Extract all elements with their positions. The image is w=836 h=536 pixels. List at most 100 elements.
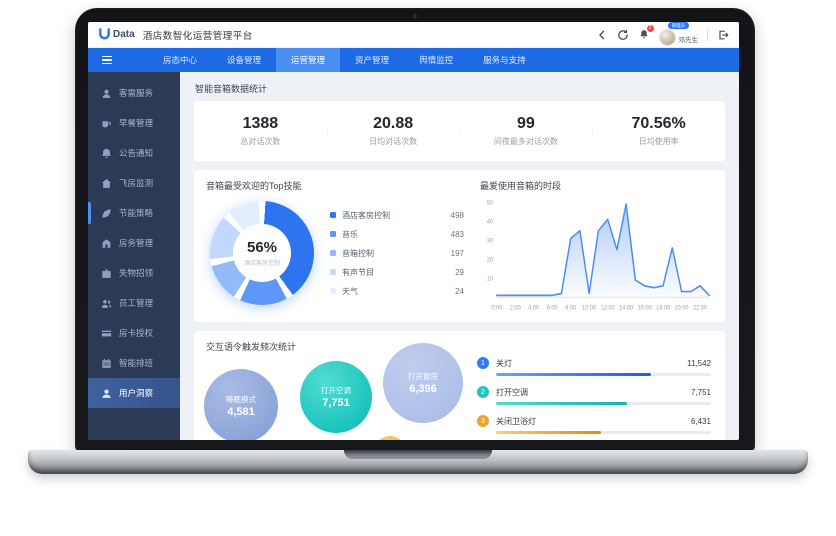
sidebar-item-label: 房卡授权	[119, 327, 153, 339]
nav-tab-2[interactable]: 设备管理	[212, 48, 276, 72]
back-icon[interactable]	[596, 29, 608, 41]
stat-value: 1388	[194, 115, 327, 133]
svg-text:8:00: 8:00	[565, 305, 577, 311]
app-window: Data 酒店数智化运营管理平台 2	[88, 22, 739, 440]
legend-row-5: 天气24	[330, 282, 468, 301]
stats-card: 1388总对话次数20.88日均对话次数99间夜最多对话次数70.56%日均使用…	[194, 101, 725, 161]
laptop-base-notch	[344, 450, 492, 459]
svg-text:12:00: 12:00	[601, 305, 616, 311]
avatar[interactable]	[659, 29, 676, 46]
cup-icon	[101, 118, 112, 129]
stat-cell-4: 70.56%日均使用率	[592, 115, 725, 147]
nav-tab-4[interactable]: 资产管理	[340, 48, 404, 72]
legend-label: 音箱控制	[342, 248, 420, 259]
nav-tab-1[interactable]: 房态中心	[148, 48, 212, 72]
skills-donut-chart: 56% 酒店客房控制	[210, 201, 314, 305]
main-content: 智能音箱数据统计 1388总对话次数20.88日均对话次数99间夜最多对话次数7…	[180, 72, 739, 440]
stat-cell-1: 1388总对话次数	[194, 115, 327, 147]
svg-text:4:00: 4:00	[528, 305, 540, 311]
svg-text:6:00: 6:00	[547, 305, 559, 311]
refresh-icon[interactable]	[617, 29, 629, 41]
calendar-icon	[101, 358, 112, 369]
menu-hamburger-icon[interactable]	[88, 48, 122, 72]
sidebar-item-label: 客需服务	[119, 87, 153, 99]
top-skills-panel: 音箱最受欢迎的Top技能 56% 酒店客房控制 酒店客房控制498音乐483音箱…	[206, 179, 468, 313]
nav-tabs: 房态中心设备管理运营管理资产管理舆情监控服务与支持	[148, 48, 541, 72]
svg-text:10: 10	[487, 276, 494, 282]
stat-cell-3: 99间夜最多对话次数	[460, 115, 593, 147]
sidebar-item-8[interactable]: 员工管理	[88, 288, 180, 318]
svg-text:10:00: 10:00	[582, 305, 597, 311]
svg-text:30: 30	[487, 238, 494, 244]
sidebar-item-11[interactable]: 用户洞察	[88, 378, 180, 408]
svg-text:22:00: 22:00	[693, 305, 708, 311]
legend-row-3: 音箱控制197	[330, 244, 468, 263]
sidebar-item-1[interactable]: 客需服务	[88, 78, 180, 108]
sidebar-item-3[interactable]: 公告通知	[88, 138, 180, 168]
user-menu[interactable]: 管理员 邓先生	[659, 24, 699, 46]
bubble-value: 7,751	[322, 397, 350, 409]
legend-value: 29	[455, 268, 468, 277]
home-icon	[101, 178, 112, 189]
legend-swatch	[330, 269, 336, 275]
rank-value: 6,431	[691, 417, 711, 426]
svg-text:40: 40	[487, 219, 494, 225]
user-icon	[101, 88, 112, 99]
sidebar-item-label: 员工管理	[119, 297, 153, 309]
bubble-value: 4,581	[227, 406, 255, 418]
laptop-base	[28, 450, 808, 474]
svg-text:16:00: 16:00	[638, 305, 653, 311]
legend-value: 24	[455, 287, 468, 296]
laptop-mockup: Data 酒店数智化运营管理平台 2	[75, 8, 755, 474]
people-icon	[101, 298, 112, 309]
sidebar-item-7[interactable]: 失物招领	[88, 258, 180, 288]
logout-icon[interactable]	[717, 29, 729, 41]
rank-row-1: 1关灯11,542	[477, 357, 711, 376]
sidebar-item-label: 飞房监测	[119, 177, 153, 189]
sidebar-item-9[interactable]: 房卡授权	[88, 318, 180, 348]
sidebar-item-5[interactable]: 节能策略	[88, 198, 180, 228]
sidebar-item-10[interactable]: 智能排班	[88, 348, 180, 378]
rank-row-3: 3关闭卫浴灯6,431	[477, 415, 711, 434]
legend-label: 音乐	[342, 229, 420, 240]
building-icon	[101, 238, 112, 249]
sidebar-item-6[interactable]: 房务管理	[88, 228, 180, 258]
section-title-speaker-stats: 智能音箱数据统计	[195, 82, 725, 95]
sidebar-item-2[interactable]: 早餐管理	[88, 108, 180, 138]
rank-bar-fill	[496, 373, 651, 376]
usage-line-chart: 10203040500:002:004:006:008:0010:0012:00…	[480, 194, 713, 322]
legend-row-2: 音乐483	[330, 225, 468, 244]
bubble-label: 打开空调	[321, 385, 351, 396]
insight-icon	[101, 388, 112, 399]
camera-icon	[413, 14, 417, 18]
sidebar-item-label: 公告通知	[119, 147, 153, 159]
notifications-bell-icon[interactable]: 2	[638, 29, 650, 41]
svg-text:50: 50	[487, 200, 494, 206]
sidebar-item-label: 节能策略	[119, 207, 153, 219]
page-background: Data 酒店数智化运营管理平台 2	[0, 0, 836, 536]
bubble-label: 打开窗帘	[408, 371, 438, 382]
usage-time-panel: 最爱使用音箱的时段 10203040500:002:004:006:008:00…	[468, 179, 713, 313]
laptop-bezel: Data 酒店数智化运营管理平台 2	[75, 8, 755, 452]
skills-legend: 酒店客房控制498音乐483音箱控制197有声节目29天气24	[330, 206, 468, 301]
nav-tab-6[interactable]: 服务与支持	[468, 48, 541, 72]
stat-value: 20.88	[327, 115, 460, 133]
bubble-label: 睡眠模式	[226, 394, 256, 405]
svg-text:2:00: 2:00	[510, 305, 522, 311]
nav-tab-3[interactable]: 运营管理	[276, 48, 340, 72]
sidebar-item-label: 智能排班	[119, 357, 153, 369]
rank-badge: 2	[477, 386, 489, 398]
sidebar-item-4[interactable]: 飞房监测	[88, 168, 180, 198]
legend-swatch	[330, 250, 336, 256]
donut-center-value: 56%	[247, 239, 277, 256]
legend-row-4: 有声节目29	[330, 263, 468, 282]
stat-value: 70.56%	[592, 115, 725, 133]
sidebar-item-label: 用户洞察	[119, 387, 153, 399]
svg-text:18:00: 18:00	[656, 305, 671, 311]
svg-text:14:00: 14:00	[619, 305, 634, 311]
donut-center-label: 酒店客房控制	[244, 258, 280, 267]
user-role-badge: 管理员	[668, 22, 690, 29]
rank-bar-track	[496, 402, 711, 405]
rank-bar-track	[496, 431, 711, 434]
nav-tab-5[interactable]: 舆情监控	[404, 48, 468, 72]
